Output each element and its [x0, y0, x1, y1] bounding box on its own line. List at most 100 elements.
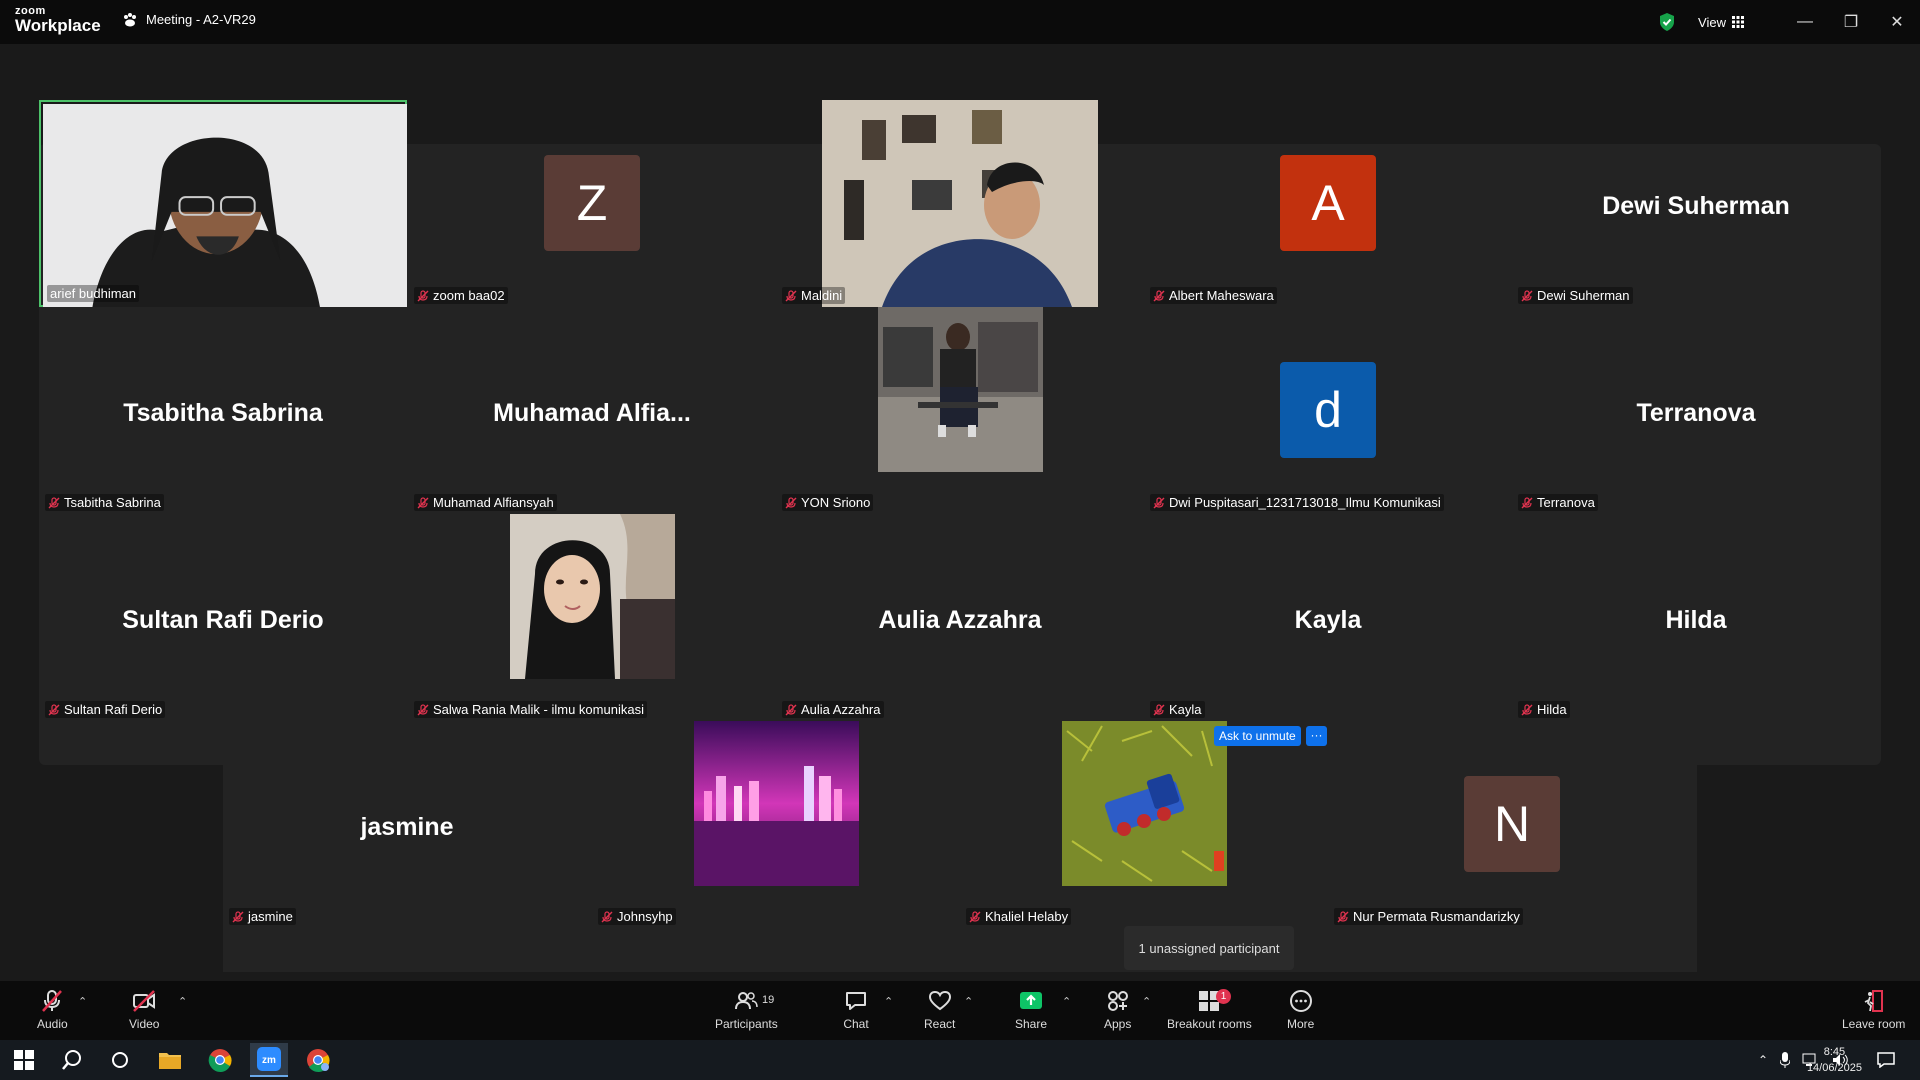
shield-check-icon[interactable]: [1658, 12, 1676, 32]
participant-tile[interactable]: Tsabitha Sabrina Tsabitha Sabrina: [39, 307, 407, 514]
apps-label: Apps: [1104, 1017, 1132, 1031]
mic-muted-icon: [1521, 496, 1533, 508]
chat-button[interactable]: Chat: [843, 988, 869, 1031]
breakout-rooms-button[interactable]: Breakout rooms: [1167, 988, 1252, 1031]
participant-tile[interactable]: Johnsyhp: [592, 721, 960, 928]
participant-tile[interactable]: Zzoom baa02: [408, 100, 776, 307]
participant-display-name: Dewi Suherman: [1602, 192, 1790, 220]
minimize-button[interactable]: —: [1782, 0, 1828, 44]
notification-icon[interactable]: [1872, 1046, 1900, 1074]
chat-caret-icon[interactable]: ⌃: [884, 995, 893, 1008]
audio-label: Audio: [37, 1017, 68, 1031]
taskbar-clock[interactable]: 8:45 14/06/2025: [1807, 1044, 1862, 1076]
mic-muted-icon: [785, 289, 797, 301]
participant-tile[interactable]: Muhamad Alfia... Muhamad Alfiansyah: [408, 307, 776, 514]
react-caret-icon[interactable]: ⌃: [964, 995, 973, 1008]
participant-name-label: Salwa Rania Malik - ilmu komunikasi: [414, 701, 647, 718]
audio-caret-icon[interactable]: ⌃: [78, 995, 87, 1008]
svg-text:zm: zm: [262, 1055, 276, 1066]
mic-muted-icon: [417, 703, 429, 715]
participant-display-name: jasmine: [360, 813, 454, 841]
participant-tile[interactable]: Salwa Rania Malik - ilmu komunikasi: [408, 514, 776, 721]
participant-tile[interactable]: Kayla Kayla: [1144, 514, 1512, 721]
task-view-icon[interactable]: [106, 1046, 134, 1074]
chrome-icon[interactable]: [206, 1046, 234, 1074]
participant-display-name: Tsabitha Sabrina: [123, 399, 323, 427]
participant-tile[interactable]: Maldini: [776, 100, 1144, 307]
participant-display-name: Muhamad Alfia...: [493, 399, 691, 427]
participant-name-label: YON Sriono: [782, 494, 874, 511]
share-caret-icon[interactable]: ⌃: [1062, 995, 1071, 1008]
participant-name-label: Albert Maheswara: [1150, 287, 1277, 304]
mic-muted-icon: [1153, 496, 1165, 508]
search-icon[interactable]: [58, 1046, 86, 1074]
participants-label: Participants: [715, 1017, 778, 1031]
apps-icon: [1107, 991, 1128, 1011]
meeting-title[interactable]: Meeting - A2-VR29: [122, 12, 256, 27]
participant-tile[interactable]: arief budhiman: [39, 100, 407, 307]
more-button[interactable]: More: [1287, 988, 1314, 1031]
participant-tile[interactable]: YON Sriono: [776, 307, 1144, 514]
mic-muted-icon: [601, 910, 613, 922]
mic-muted-icon: [1153, 289, 1165, 301]
participant-video: [43, 104, 407, 307]
participant-name-text: Salwa Rania Malik - ilmu komunikasi: [433, 702, 644, 717]
participant-name-text: jasmine: [248, 909, 293, 924]
meeting-toolbar: Audio ⌃ Video ⌃ Participants 19 Chat ⌃ R…: [0, 981, 1920, 1040]
microphone-icon[interactable]: [1780, 1052, 1790, 1068]
participant-name-label: Terranova: [1518, 494, 1598, 511]
audio-button[interactable]: Audio: [37, 988, 68, 1031]
participant-tile[interactable]: Khaliel Helaby: [960, 721, 1328, 928]
participant-name-text: Dewi Suherman: [1537, 288, 1630, 303]
windows-start-icon[interactable]: [10, 1046, 38, 1074]
mic-muted-icon: [48, 496, 60, 508]
participant-tile[interactable]: Hilda Hilda: [1512, 514, 1880, 721]
participant-tile[interactable]: jasmine jasmine: [223, 721, 591, 928]
video-caret-icon[interactable]: ⌃: [178, 995, 187, 1008]
participant-tile[interactable]: Terranova Terranova: [1512, 307, 1880, 514]
participant-tile[interactable]: A Albert Maheswara: [1144, 100, 1512, 307]
camera-off-icon: [133, 990, 156, 1012]
file-explorer-icon[interactable]: [156, 1046, 184, 1074]
participant-name-label: Muhamad Alfiansyah: [414, 494, 557, 511]
participant-name-text: Maldini: [801, 288, 843, 303]
participant-profile-picture: [694, 721, 859, 886]
apps-button[interactable]: Apps: [1104, 988, 1131, 1031]
participant-name-label: jasmine: [229, 908, 296, 925]
participant-name-text: Kayla: [1169, 702, 1202, 717]
breakout-badge: 1: [1216, 989, 1231, 1004]
participant-profile-picture: [878, 307, 1043, 472]
video-label: Video: [129, 1017, 160, 1031]
participant-tile[interactable]: Dewi Suherman Dewi Suherman: [1512, 100, 1880, 307]
leave-room-icon: [1864, 990, 1883, 1012]
participant-tile[interactable]: Aulia Azzahra Aulia Azzahra: [776, 514, 1144, 721]
leave-room-button[interactable]: Leave room: [1842, 988, 1905, 1031]
participants-count: 19: [762, 994, 775, 1006]
participant-tile[interactable]: Sultan Rafi Derio Sultan Rafi Derio: [39, 514, 407, 721]
clock-date: 14/06/2025: [1806, 1062, 1862, 1074]
share-button[interactable]: Share: [1015, 988, 1047, 1031]
participant-tile[interactable]: d Dwi Puspitasari_1231713018_Ilmu Komunik…: [1144, 307, 1512, 514]
restore-button[interactable]: ❐: [1828, 0, 1874, 44]
leave-room-label: Leave room: [1842, 1017, 1906, 1031]
mic-muted-icon: [1521, 289, 1533, 301]
apps-caret-icon[interactable]: ⌃: [1142, 995, 1151, 1008]
close-button[interactable]: ✕: [1874, 0, 1920, 44]
chrome-profile-icon[interactable]: [304, 1046, 332, 1074]
ask-to-unmute-button[interactable]: Ask to unmute: [1214, 726, 1301, 746]
participant-name-label: Kayla: [1150, 701, 1205, 718]
video-button[interactable]: Video: [129, 988, 159, 1031]
participant-tile[interactable]: N Nur Permata Rusmandarizky: [1328, 721, 1696, 928]
participant-name-text: Nur Permata Rusmandarizky: [1353, 909, 1520, 924]
participant-name-text: arief budhiman: [50, 286, 136, 301]
participant-name-text: YON Sriono: [801, 495, 871, 510]
chevron-up-icon[interactable]: ⌃: [1758, 1053, 1768, 1067]
zoom-taskbar-icon[interactable]: zm: [250, 1043, 288, 1077]
view-button[interactable]: View: [1698, 15, 1744, 30]
title-bar: zoom Workplace Meeting - A2-VR29 View — …: [0, 0, 1920, 44]
tile-more-button[interactable]: ···: [1306, 726, 1327, 746]
react-button[interactable]: React: [924, 988, 955, 1031]
grid-icon: [1732, 16, 1744, 28]
participant-name-text: Dwi Puspitasari_1231713018_Ilmu Komunika…: [1169, 495, 1441, 510]
logo-line2: Workplace: [15, 16, 101, 35]
